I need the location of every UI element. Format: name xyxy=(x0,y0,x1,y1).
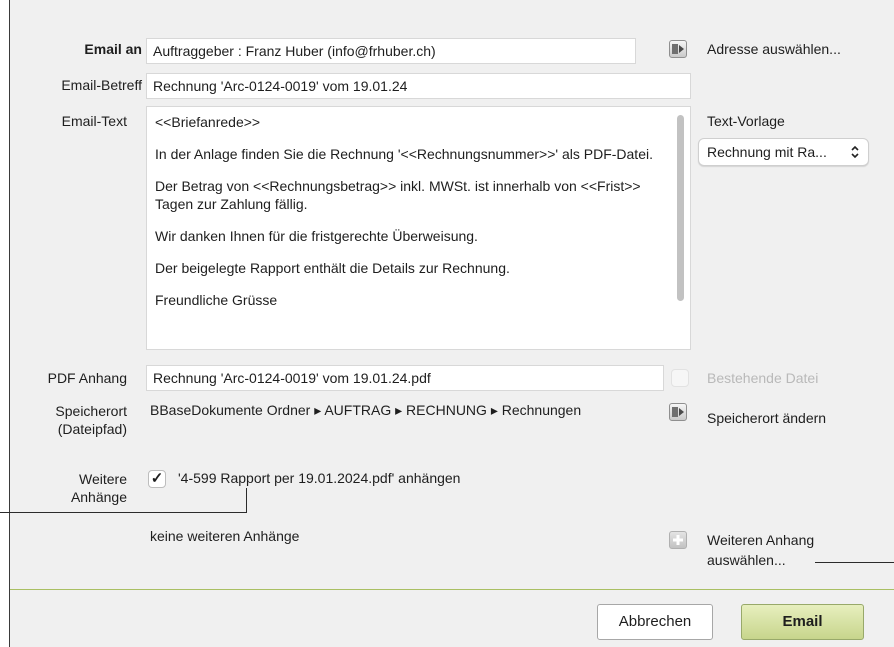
email-button[interactable]: Email xyxy=(741,604,864,640)
text-paragraph: <<Briefanrede>> xyxy=(155,114,261,130)
address-select-link[interactable]: Adresse auswählen... xyxy=(707,39,841,59)
existing-file-label: Bestehende Datei xyxy=(707,370,819,386)
attach-report-checkbox[interactable]: ✓ xyxy=(148,470,166,488)
text-label: Email-Text xyxy=(61,113,127,129)
text-scrollbar[interactable] xyxy=(677,115,684,301)
text-paragraph: Wir danken Ihnen für die fristgerechte Ü… xyxy=(155,228,478,244)
callout-line-right xyxy=(815,562,894,563)
location-label-line1: Speicherort xyxy=(55,403,127,419)
up-down-chevron-icon xyxy=(850,139,860,165)
footer-divider xyxy=(10,589,894,590)
attach-report-label: '4-599 Rapport per 19.01.2024.pdf' anhän… xyxy=(178,470,461,486)
change-location-link[interactable]: Speicherort ändern xyxy=(707,408,826,428)
email-dialog: Email an Auftraggeber : Franz Huber (inf… xyxy=(9,0,894,647)
template-label: Text-Vorlage xyxy=(707,113,785,129)
callout-line-left-v xyxy=(246,488,247,513)
existing-file-checkbox[interactable] xyxy=(671,369,689,387)
plus-icon[interactable] xyxy=(669,531,687,549)
no-more-attachments-text: keine weiteren Anhänge xyxy=(150,528,300,544)
pdf-filename-field[interactable]: Rechnung 'Arc-0124-0019' vom 19.01.24.pd… xyxy=(146,365,664,391)
more-attachments-line2: Anhänge xyxy=(70,489,127,505)
email-text-area[interactable]: <<Briefanrede>> In der Anlage finden Sie… xyxy=(146,106,691,350)
pdf-label: PDF Anhang xyxy=(47,370,127,386)
email-to-field[interactable]: Auftraggeber : Franz Huber (info@frhuber… xyxy=(146,38,636,64)
callout-line-left-h xyxy=(0,512,246,513)
text-paragraph: Der Betrag von <<Rechnungsbetrag>> inkl.… xyxy=(155,178,641,212)
subject-label: Email-Betreff xyxy=(61,77,142,93)
add-attachment-line1: Weiteren Anhang xyxy=(707,532,815,548)
address-picker-icon[interactable] xyxy=(669,40,687,58)
template-select-value: Rechnung mit Ra... xyxy=(707,144,827,160)
cancel-button[interactable]: Abbrechen xyxy=(597,604,713,640)
email-to-label: Email an xyxy=(84,41,142,57)
text-paragraph: Freundliche Grüsse xyxy=(155,292,278,308)
location-label-line2: (Dateipfad) xyxy=(57,421,127,437)
add-attachment-link[interactable]: Weiteren Anhang auswählen... xyxy=(707,530,814,570)
text-paragraph: Der beigelegte Rapport enthält die Detai… xyxy=(155,260,510,276)
text-paragraph: In der Anlage finden Sie die Rechnung '<… xyxy=(155,146,653,162)
more-attachments-label: Weitere Anhänge xyxy=(18,470,127,506)
subject-field[interactable]: Rechnung 'Arc-0124-0019' vom 19.01.24 xyxy=(146,73,691,99)
template-select[interactable]: Rechnung mit Ra... xyxy=(698,138,869,166)
add-attachment-line2: auswählen... xyxy=(707,552,786,568)
location-label: Speicherort (Dateipfad) xyxy=(18,402,127,438)
location-path: BBaseDokumente Ordner ▸ AUFTRAG ▸ RECHNU… xyxy=(150,402,582,418)
change-location-icon[interactable] xyxy=(669,403,687,421)
more-attachments-line1: Weitere xyxy=(79,471,127,487)
